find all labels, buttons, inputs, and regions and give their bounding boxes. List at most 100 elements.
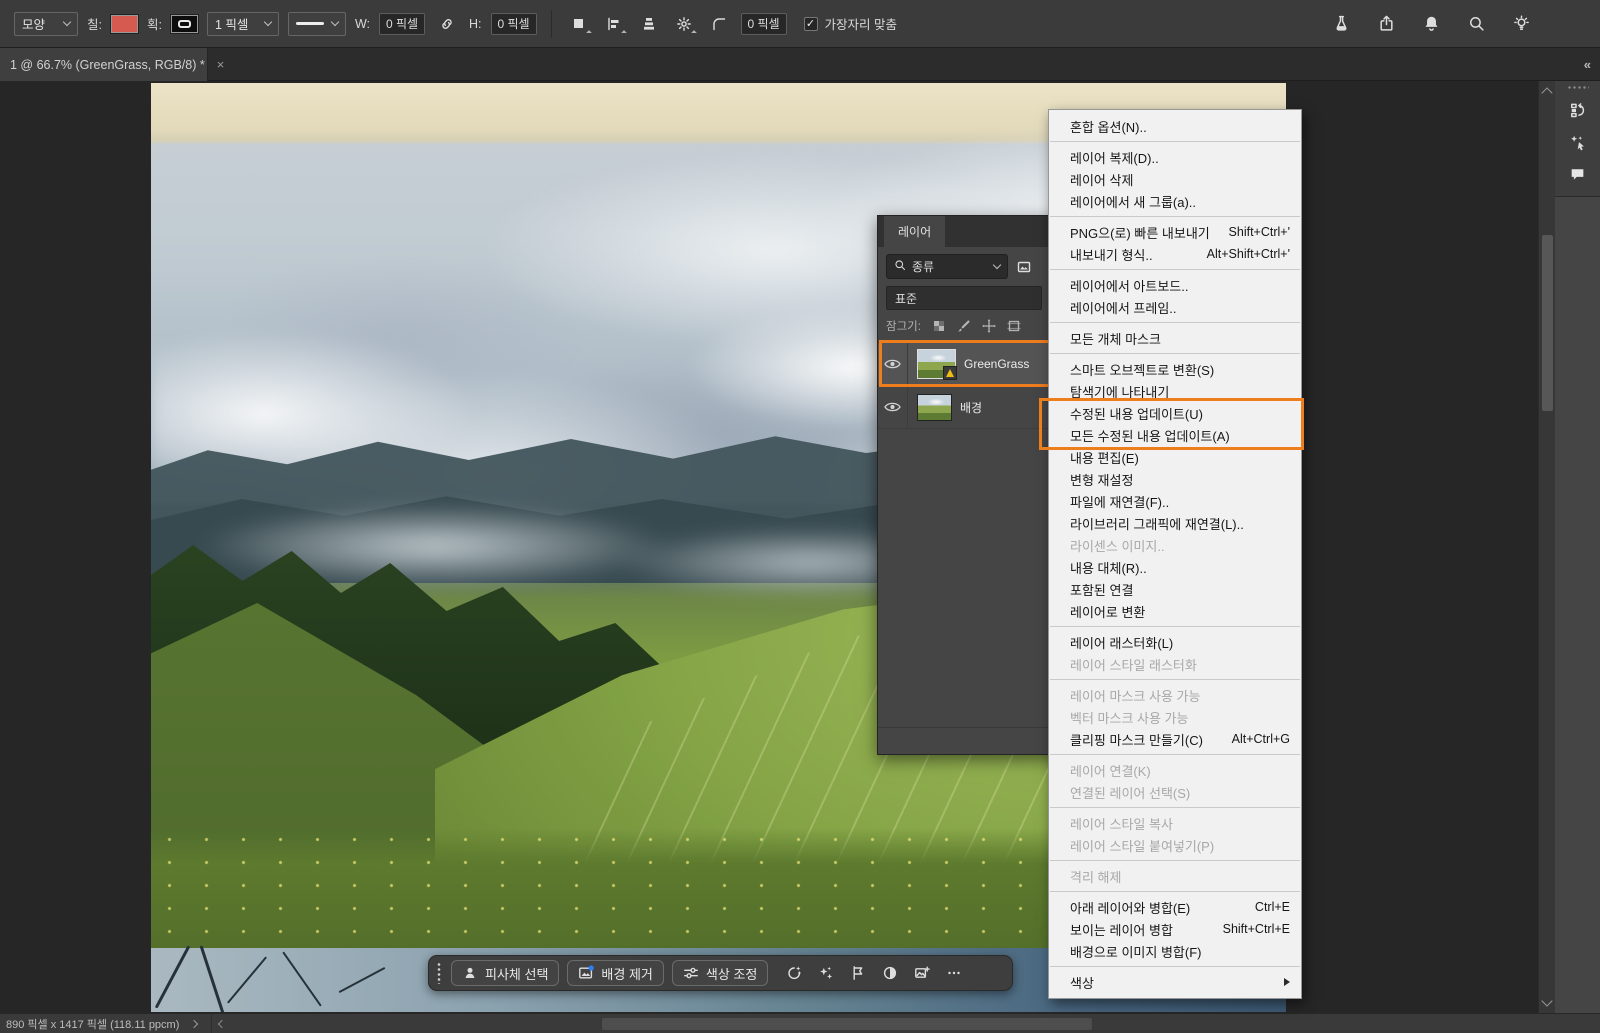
menu-item[interactable]: 레이어 삭제 bbox=[1049, 168, 1301, 190]
menu-item[interactable]: 모든 개체 마스크 bbox=[1049, 327, 1301, 349]
generative-icon[interactable] bbox=[780, 960, 808, 986]
more-icon[interactable] bbox=[940, 960, 968, 986]
taskbar-button[interactable]: 배경 제거 bbox=[567, 960, 664, 986]
menu-item-label: 라이센스 이미지.. bbox=[1070, 538, 1165, 554]
paint-lock-icon[interactable] bbox=[956, 318, 972, 334]
layer-filter-select[interactable]: 종류 bbox=[886, 254, 1008, 279]
menu-item[interactable]: 색상 bbox=[1049, 971, 1301, 993]
menu-item[interactable]: 수정된 내용 업데이트(U) bbox=[1049, 402, 1301, 424]
align-edges-checkbox[interactable]: ✓ bbox=[803, 16, 818, 31]
align-edges-label: 가장자리 맞춤 bbox=[824, 18, 897, 32]
menu-item[interactable]: 혼합 옵션(N).. bbox=[1049, 115, 1301, 137]
lightbulb-icon[interactable] bbox=[1508, 11, 1534, 37]
menu-item[interactable]: 아래 레이어와 병합(E) Ctrl+E bbox=[1049, 896, 1301, 918]
collapse-panels-icon[interactable]: « bbox=[1584, 57, 1591, 72]
width-field[interactable]: 0 픽셀 bbox=[379, 12, 426, 35]
menu-item[interactable]: 보이는 레이어 병합 Shift+Ctrl+E bbox=[1049, 918, 1301, 940]
bell-icon[interactable] bbox=[1418, 11, 1444, 37]
transform-icon[interactable] bbox=[844, 960, 872, 986]
menu-item[interactable]: 모든 수정된 내용 업데이트(A) bbox=[1049, 424, 1301, 446]
photo-twig bbox=[226, 956, 268, 1004]
contrast-icon[interactable] bbox=[876, 960, 904, 986]
layer-thumbnail[interactable] bbox=[917, 349, 957, 380]
menu-item-label: 레이어 스타일 래스터화 bbox=[1070, 657, 1197, 673]
taskbar-drag-handle-icon[interactable] bbox=[435, 962, 443, 984]
add-image-icon[interactable] bbox=[908, 960, 936, 986]
scroll-up-icon[interactable] bbox=[1541, 87, 1553, 99]
layer-visibility-eye-icon[interactable] bbox=[878, 343, 908, 385]
menu-item-shortcut: Alt+Ctrl+G bbox=[1231, 732, 1290, 746]
link-icon[interactable] bbox=[434, 11, 460, 37]
menu-item[interactable]: 파일에 재연결(F).. bbox=[1049, 490, 1301, 512]
menu-item[interactable]: PNG으(로) 빠른 내보내기 Shift+Ctrl+' bbox=[1049, 221, 1301, 243]
menu-separator bbox=[1050, 626, 1300, 627]
menu-item[interactable]: 레이어에서 프레임.. bbox=[1049, 296, 1301, 318]
photo-twig bbox=[338, 966, 386, 994]
stroke-style-select[interactable] bbox=[287, 11, 346, 36]
menu-item[interactable]: 라이브러리 그래픽에 재연결(L).. bbox=[1049, 512, 1301, 534]
width-label: W: bbox=[354, 16, 371, 31]
stroke-width-select[interactable]: 1 픽셀 bbox=[206, 11, 279, 36]
history-icon[interactable] bbox=[1563, 96, 1593, 124]
horizontal-scrollbar[interactable] bbox=[211, 1014, 1600, 1033]
rail-drag-handle-icon[interactable] bbox=[1566, 85, 1589, 90]
pixel-layer-filter-icon[interactable] bbox=[1014, 257, 1034, 277]
shape-settings-gear-icon[interactable] bbox=[671, 11, 697, 37]
modified-content-warning-icon bbox=[943, 366, 957, 380]
menu-item[interactable]: 레이어에서 아트보드.. bbox=[1049, 274, 1301, 296]
menu-item[interactable]: 내보내기 형식.. Alt+Shift+Ctrl+' bbox=[1049, 243, 1301, 265]
menu-item[interactable]: 변형 재설정 bbox=[1049, 468, 1301, 490]
vertical-scrollbar-thumb[interactable] bbox=[1542, 235, 1553, 411]
vertical-scrollbar[interactable] bbox=[1538, 81, 1555, 1013]
horizontal-scrollbar-thumb[interactable] bbox=[602, 1018, 1093, 1030]
enhance-icon[interactable] bbox=[812, 960, 840, 986]
blend-mode-select[interactable]: 표준 bbox=[886, 286, 1042, 310]
menu-item[interactable]: 탐색기에 나타내기 bbox=[1049, 380, 1301, 402]
menu-item[interactable]: 내용 대체(R).. bbox=[1049, 556, 1301, 578]
move-lock-icon[interactable] bbox=[981, 318, 997, 334]
path-alignment-icon[interactable] bbox=[601, 11, 627, 37]
fill-swatch[interactable] bbox=[109, 13, 139, 34]
path-operations-icon[interactable] bbox=[566, 11, 592, 37]
layer-thumbnail[interactable] bbox=[917, 393, 952, 421]
search-icon[interactable] bbox=[1463, 11, 1489, 37]
scroll-left-icon[interactable] bbox=[218, 1019, 227, 1029]
layer-visibility-eye-icon[interactable] bbox=[878, 386, 908, 428]
beaker-icon[interactable] bbox=[1328, 11, 1354, 37]
document-tabbar: 1 @ 66.7% (GreenGrass, RGB/8) * × bbox=[0, 48, 1600, 81]
align-edges-group[interactable]: ✓ 가장자리 맞춤 bbox=[803, 14, 897, 33]
menu-item-label: 레이어 복제(D).. bbox=[1070, 150, 1159, 166]
menu-item-label: 벡터 마스크 사용 가능 bbox=[1070, 710, 1189, 726]
menu-item[interactable]: 레이어 복제(D).. bbox=[1049, 146, 1301, 168]
menu-separator bbox=[1050, 141, 1300, 142]
menu-item[interactable]: 레이어로 변환 bbox=[1049, 600, 1301, 622]
menu-item[interactable]: 내용 편집(E) bbox=[1049, 446, 1301, 468]
status-expand-icon[interactable] bbox=[190, 1019, 199, 1028]
document-tab[interactable]: 1 @ 66.7% (GreenGrass, RGB/8) * × bbox=[0, 48, 224, 81]
tab-layers[interactable]: 레이어 bbox=[884, 216, 946, 247]
tool-mode-select[interactable]: 모양 bbox=[14, 11, 78, 36]
taskbar-button[interactable]: 색상 조정 bbox=[671, 960, 769, 986]
menu-item[interactable]: 배경으로 이미지 병합(F) bbox=[1049, 940, 1301, 962]
height-field[interactable]: 0 픽셀 bbox=[490, 12, 537, 35]
menu-item-label: 색상 bbox=[1070, 975, 1094, 991]
scroll-down-icon[interactable] bbox=[1541, 995, 1553, 1007]
menu-separator bbox=[1050, 322, 1300, 323]
menu-item[interactable]: 레이어에서 새 그룹(a).. bbox=[1049, 190, 1301, 212]
share-icon[interactable] bbox=[1373, 11, 1399, 37]
menu-item[interactable]: 레이어 래스터화(L) bbox=[1049, 631, 1301, 653]
menu-item[interactable]: 클리핑 마스크 만들기(C) Alt+Ctrl+G bbox=[1049, 728, 1301, 750]
taskbar-button[interactable]: 피사체 선택 bbox=[451, 960, 560, 986]
ai-tools-icon[interactable] bbox=[1563, 128, 1593, 156]
menu-item[interactable]: 포함된 연결 bbox=[1049, 578, 1301, 600]
path-arrangement-icon[interactable] bbox=[636, 11, 662, 37]
stroke-swatch[interactable] bbox=[169, 13, 199, 34]
transparency-lock-icon[interactable] bbox=[931, 318, 947, 334]
artboard-lock-icon[interactable] bbox=[1006, 318, 1022, 334]
chevron-down-icon bbox=[263, 17, 273, 27]
comments-icon[interactable] bbox=[1563, 160, 1593, 188]
canvas-pasteboard[interactable]: 피사체 선택 배경 제거 색상 조정 bbox=[0, 81, 1538, 1013]
menu-item[interactable]: 스마트 오브젝트로 변환(S) bbox=[1049, 358, 1301, 380]
corner-radius-field[interactable]: 0 픽셀 bbox=[740, 12, 787, 35]
close-icon[interactable]: × bbox=[217, 57, 225, 72]
